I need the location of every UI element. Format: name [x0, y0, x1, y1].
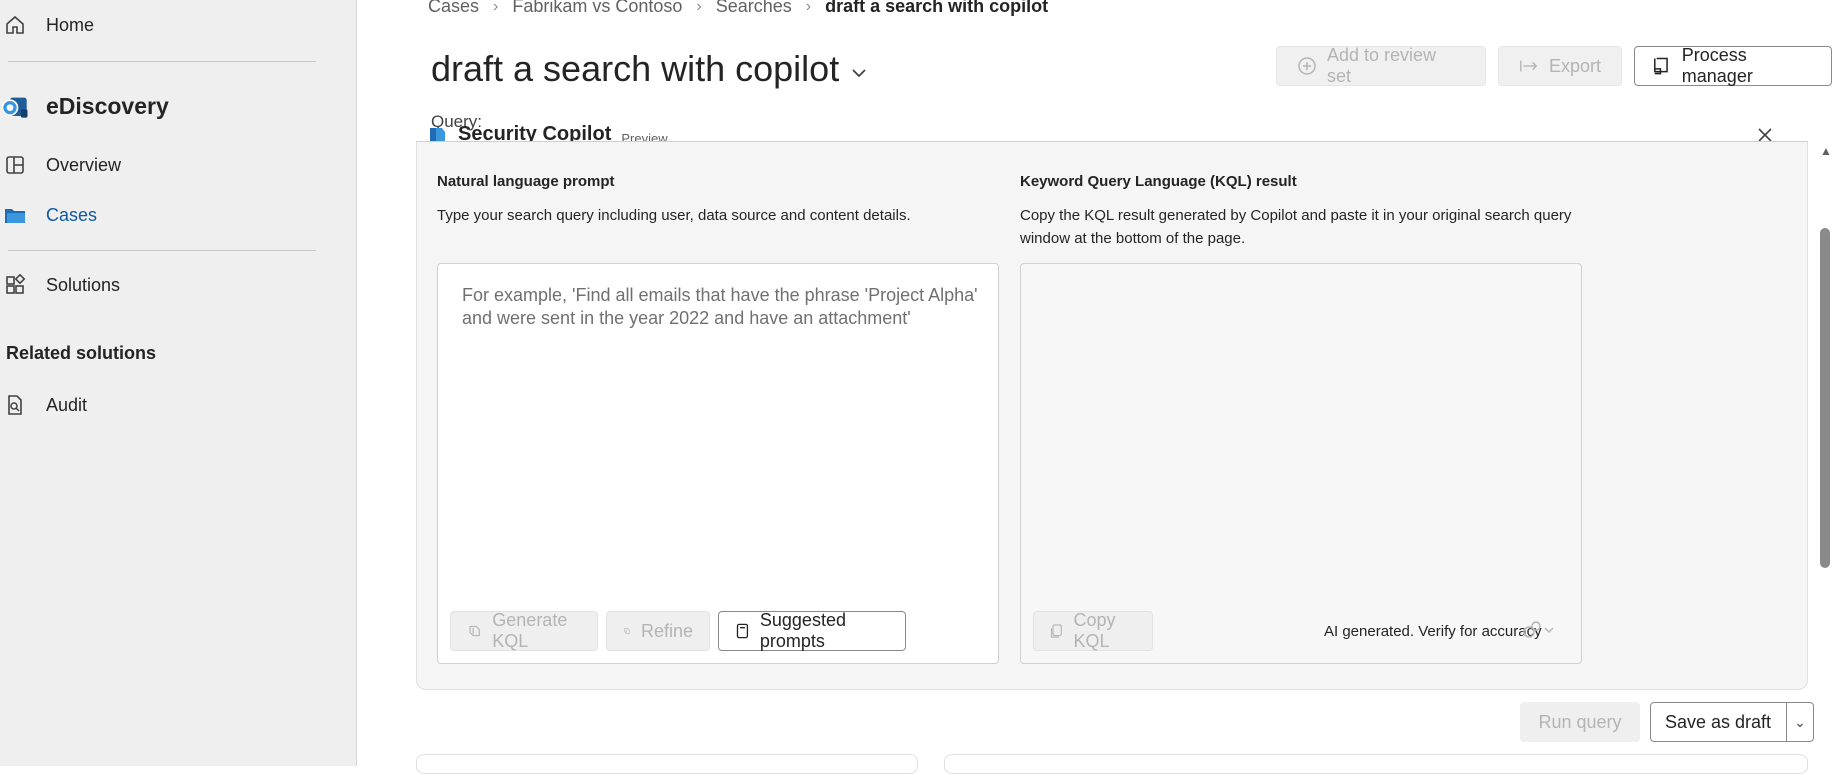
add-to-review-set-label: Add to review set [1326, 45, 1437, 86]
audit-icon [0, 390, 30, 420]
copilot-icon [624, 628, 630, 634]
nl-prompt-heading: Natural language prompt [437, 173, 615, 190]
copy-kql-label: Copy KQL [1073, 610, 1116, 651]
generate-kql-button[interactable]: Generate KQL [450, 610, 598, 651]
ediscovery-logo-icon [0, 91, 30, 121]
results-card-left [416, 754, 918, 774]
process-manager-icon [1654, 57, 1668, 75]
nav-separator [8, 250, 316, 251]
nav-home-label: Home [46, 14, 95, 35]
run-query-button[interactable]: Run query [1520, 702, 1640, 742]
nav-cases[interactable]: Cases [0, 200, 97, 230]
page-title[interactable]: draft a search with copilot [431, 48, 867, 90]
export-arrow-icon [1520, 60, 1538, 72]
chevron-down-icon[interactable] [851, 62, 867, 83]
nav-overview[interactable]: Overview [0, 150, 121, 180]
nl-prompt-description: Type your search query including user, d… [437, 207, 911, 224]
results-card-right [944, 754, 1808, 774]
nav-solutions-label: Solutions [46, 274, 121, 295]
process-manager-label: Process manager [1681, 45, 1753, 86]
related-solutions-heading: Related solutions [6, 343, 157, 363]
refine-label: Refine [640, 620, 693, 641]
left-navigation: Home eDiscovery Overview Cases Solutions… [0, 0, 357, 766]
breadcrumb-current: draft a search with copilot [825, 0, 1049, 16]
add-circle-icon [1298, 57, 1316, 75]
nav-audit-label: Audit [46, 394, 88, 415]
kql-result-description: Copy the KQL result generated by Copilot… [1020, 207, 1572, 247]
sidebar-border [356, 0, 357, 766]
suggested-prompts-label: Suggested prompts [759, 610, 846, 651]
breadcrumb-cases[interactable]: Cases [428, 0, 479, 17]
ai-generated-note: AI generated. Verify for accuracy [1324, 623, 1542, 640]
breadcrumb: Cases › Fabrikam vs Contoso › Searches ›… [428, 0, 1048, 17]
nl-prompt-placeholder: For example, 'Find all emails that have … [462, 285, 978, 328]
nav-solutions[interactable]: Solutions [0, 270, 120, 300]
export-button[interactable]: Export [1498, 46, 1622, 86]
copy-kql-button[interactable]: Copy KQL [1033, 610, 1153, 651]
nav-ediscovery[interactable]: eDiscovery [0, 91, 169, 121]
refine-button[interactable]: Refine [606, 611, 710, 651]
prompt-book-icon [736, 623, 749, 639]
chevron-down-icon[interactable]: ⌄ [1787, 714, 1813, 731]
scroll-up-arrow-icon[interactable]: ▲ [1820, 144, 1832, 158]
nav-cases-label: Cases [46, 204, 98, 225]
suggested-prompts-button[interactable]: Suggested prompts [718, 610, 906, 651]
save-as-draft-label[interactable]: Save as draft [1651, 712, 1786, 733]
copilot-icon [469, 625, 480, 637]
breadcrumb-searches[interactable]: Searches [716, 0, 792, 17]
close-icon[interactable] [1756, 126, 1774, 142]
nav-audit[interactable]: Audit [0, 390, 87, 420]
app-name: eDiscovery [46, 92, 169, 119]
cases-folder-icon [0, 200, 30, 230]
save-as-draft-split-button[interactable]: Save as draft ⌄ [1650, 702, 1814, 742]
run-query-label: Run query [1538, 711, 1622, 732]
breadcrumb-case[interactable]: Fabrikam vs Contoso [512, 0, 682, 17]
copilot-panel: Natural language prompt Type your search… [416, 142, 1808, 690]
home-icon [0, 10, 30, 40]
copy-icon [1050, 624, 1062, 638]
nav-separator [8, 61, 316, 62]
generate-kql-label: Generate KQL [492, 610, 568, 651]
chevron-right-icon: › [805, 0, 812, 15]
kql-result-box: Copy KQL AI generated. Verify for accura… [1020, 263, 1582, 664]
kql-result-heading: Keyword Query Language (KQL) result [1020, 173, 1297, 190]
export-label: Export [1548, 55, 1601, 76]
add-to-review-set-button[interactable]: Add to review set [1276, 45, 1486, 86]
nl-prompt-textarea[interactable]: For example, 'Find all emails that have … [437, 263, 999, 664]
main-content: Cases › Fabrikam vs Contoso › Searches ›… [358, 0, 1834, 774]
feedback-icon[interactable] [1521, 619, 1555, 646]
nav-overview-label: Overview [46, 154, 122, 175]
nav-home[interactable]: Home [0, 10, 94, 40]
page-title-text: draft a search with copilot [431, 48, 840, 89]
chevron-right-icon: › [493, 0, 499, 15]
overview-icon [0, 150, 30, 180]
chevron-right-icon: › [696, 0, 702, 15]
solutions-icon [0, 270, 30, 300]
process-manager-button[interactable]: Process manager [1634, 45, 1832, 86]
scrollbar-thumb[interactable] [1820, 228, 1830, 568]
